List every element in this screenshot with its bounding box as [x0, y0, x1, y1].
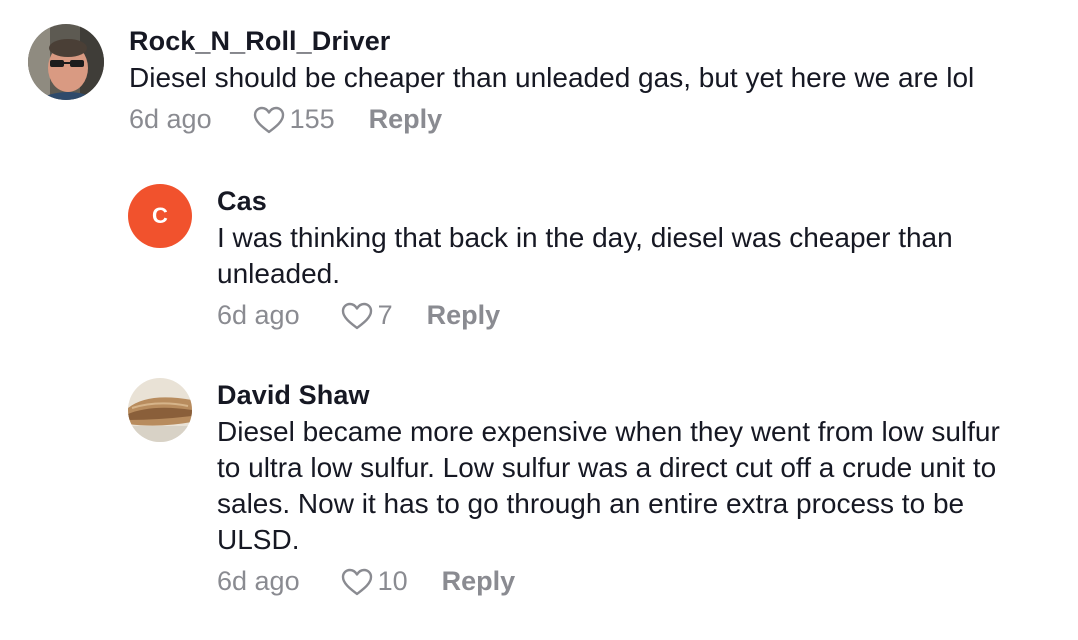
- heart-outline-icon: [341, 568, 372, 595]
- comment-text-line: ULSD.: [217, 524, 300, 555]
- like-count: 7: [377, 300, 393, 330]
- user-photo: [128, 378, 192, 442]
- avatar-letter: C: [152, 203, 168, 228]
- reply-button[interactable]: Reply: [442, 566, 516, 597]
- comment-username[interactable]: Cas: [217, 184, 1077, 218]
- comment-text: Diesel became more expensive when they w…: [217, 414, 1077, 558]
- comment-text-line: sales. Now it has to go through an entir…: [217, 488, 965, 519]
- like-button[interactable]: 155: [252, 104, 335, 135]
- comment-text-line: to ultra low sulfur. Low sulfur was a di…: [217, 452, 997, 483]
- comment-meta: 6d ago 155 Reply: [129, 104, 1049, 135]
- reply-button[interactable]: Reply: [427, 300, 501, 331]
- comment-timestamp: 6d ago: [217, 300, 300, 330]
- comment-item: Rock_N_Roll_Driver Diesel should be chea…: [28, 24, 1049, 135]
- comment-meta: 6d ago 10 Reply: [217, 566, 1077, 597]
- avatar[interactable]: C: [128, 184, 192, 248]
- comment-username[interactable]: David Shaw: [217, 378, 1077, 412]
- reply-button[interactable]: Reply: [369, 104, 443, 135]
- comment-timestamp: 6d ago: [129, 104, 212, 134]
- comment-text-line: I was thinking that back in the day, die…: [217, 222, 953, 253]
- user-photo: [28, 24, 104, 100]
- comment-text-line: Diesel became more expensive when they w…: [217, 416, 1000, 447]
- like-button[interactable]: 7: [340, 300, 393, 331]
- like-count: 10: [377, 566, 408, 596]
- avatar[interactable]: [28, 24, 104, 100]
- heart-outline-icon: [253, 106, 284, 133]
- comment-timestamp: 6d ago: [217, 566, 300, 596]
- comment-text: Diesel should be cheaper than unleaded g…: [129, 62, 975, 93]
- comment-text: I was thinking that back in the day, die…: [217, 220, 1077, 292]
- comment-username[interactable]: Rock_N_Roll_Driver: [129, 24, 1049, 58]
- reply-comment-item: David Shaw Diesel became more expensive …: [128, 378, 1077, 597]
- like-button[interactable]: 10: [340, 566, 408, 597]
- comment-meta: 6d ago 7 Reply: [217, 300, 1077, 331]
- reply-comment-item: C Cas I was thinking that back in the da…: [128, 184, 1077, 331]
- comment-text-line: unleaded.: [217, 258, 341, 289]
- like-count: 155: [289, 104, 335, 134]
- heart-outline-icon: [341, 302, 372, 329]
- avatar[interactable]: [128, 378, 192, 442]
